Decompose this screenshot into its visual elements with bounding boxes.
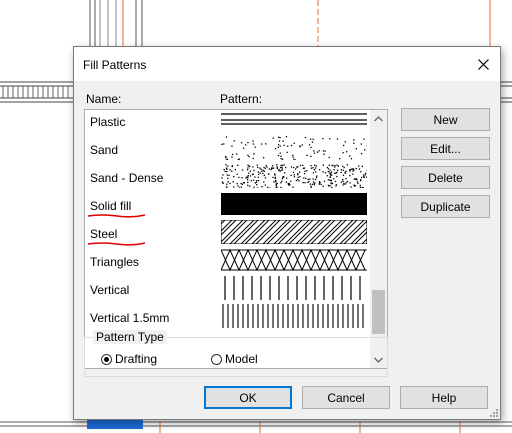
pattern-name: Vertical 1.5mm [90, 311, 170, 325]
pattern-swatch-solid [221, 193, 367, 215]
resize-grip-icon[interactable] [489, 408, 499, 418]
fill-patterns-dialog: Fill Patterns Name: Pattern: Plastic Sand… [73, 46, 501, 420]
drafting-radio-circle [101, 353, 112, 365]
dialog-titlebar[interactable]: Fill Patterns [74, 47, 500, 81]
pattern-row[interactable]: Plastic [85, 110, 370, 134]
pattern-swatch-vertical-dense [222, 304, 364, 328]
pattern-swatch-triangles [221, 248, 367, 272]
pattern-row[interactable]: Solid fill [85, 190, 370, 218]
pattern-row[interactable]: Sand - Dense [85, 162, 370, 190]
pattern-swatch-plastic [221, 113, 367, 125]
pattern-row[interactable]: Triangles [85, 246, 370, 274]
drafting-radio[interactable]: Drafting [101, 352, 157, 366]
ok-button[interactable]: OK [204, 386, 292, 409]
model-radio-label: Model [225, 352, 258, 366]
close-icon [477, 58, 489, 70]
pattern-name: Plastic [90, 115, 126, 129]
pattern-name: Solid fill [90, 199, 132, 213]
pattern-name: Triangles [90, 255, 139, 269]
help-button[interactable]: Help [400, 386, 488, 409]
pattern-swatch-sand [221, 136, 367, 160]
cancel-button[interactable]: Cancel [302, 386, 390, 409]
scroll-up-button[interactable] [370, 110, 387, 127]
pattern-name: Sand [90, 143, 119, 157]
pattern-column-header: Pattern: [220, 92, 263, 106]
pattern-name: Steel [90, 227, 118, 241]
radio-selected-dot [104, 356, 109, 362]
scrollbar-thumb[interactable] [372, 290, 385, 334]
pattern-type-label: Pattern Type [93, 330, 167, 344]
pattern-swatch-sand-dense [221, 164, 367, 188]
pattern-rows: Plastic Sand Sand - Dense Solid fill Steel Tr… [85, 110, 370, 330]
pattern-row[interactable]: Steel [85, 218, 370, 246]
pattern-row[interactable]: Vertical 1.5mm [85, 302, 370, 330]
pattern-swatch-steel [221, 220, 367, 244]
drafting-radio-label: Drafting [115, 352, 158, 366]
pattern-type-group: Pattern Type Drafting Model [84, 330, 388, 377]
pattern-row[interactable]: Vertical [85, 274, 370, 302]
model-radio[interactable]: Model [211, 352, 258, 366]
dialog-title: Fill Patterns [83, 58, 147, 72]
close-button[interactable] [466, 47, 500, 81]
pattern-name: Sand - Dense [90, 171, 164, 185]
edit-button[interactable]: Edit... [401, 137, 490, 160]
name-column-header: Name: [86, 92, 122, 106]
vertical-scrollbar[interactable] [370, 110, 387, 368]
new-button[interactable]: New [401, 108, 490, 131]
duplicate-button[interactable]: Duplicate [401, 195, 490, 218]
model-radio-circle [211, 353, 222, 365]
pattern-swatch-vertical [224, 276, 361, 300]
chevron-up-icon [374, 115, 383, 121]
pattern-name: Vertical [90, 283, 130, 297]
pattern-row[interactable]: Sand [85, 134, 370, 162]
delete-button[interactable]: Delete [401, 166, 490, 189]
